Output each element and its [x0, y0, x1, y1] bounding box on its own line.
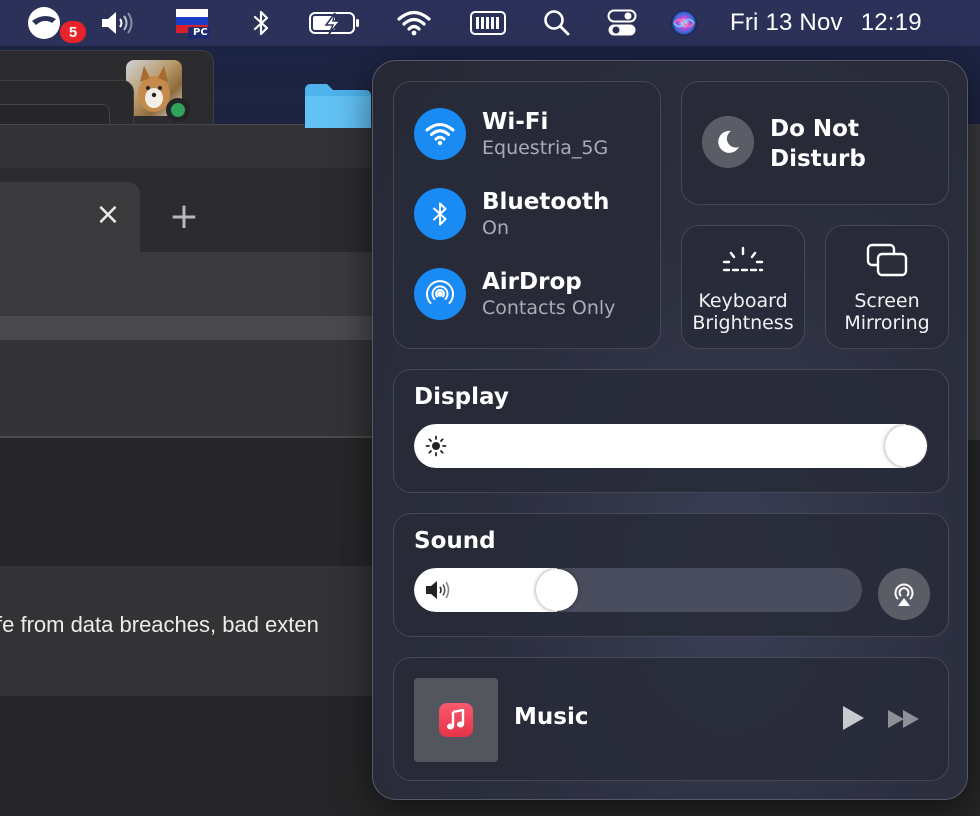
bluetooth-status: On: [482, 216, 509, 239]
do-not-disturb-toggle[interactable]: Do Not Disturb: [681, 81, 949, 205]
screen-mirroring-line1: Screen: [854, 290, 920, 312]
sound-module: Sound: [393, 513, 949, 637]
keyboard-brightness-icon: [682, 242, 804, 274]
airdrop-icon: [414, 268, 466, 320]
screen-mirroring-button[interactable]: Screen Mirroring: [825, 225, 949, 349]
display-brightness-slider[interactable]: [414, 424, 928, 468]
bluetooth-icon[interactable]: [244, 0, 278, 46]
menubar-clock[interactable]: Fri 13 Nov 12:19: [730, 0, 970, 46]
moon-icon: [702, 116, 754, 168]
display-slider-knob[interactable]: [885, 425, 927, 467]
keyboard-brightness-line1: Keyboard: [698, 290, 788, 312]
display-module: Display: [393, 369, 949, 493]
display-slider-fill: [414, 424, 906, 468]
input-source-label: PC: [193, 27, 208, 38]
airdrop-toggle[interactable]: AirDrop Contacts Only: [414, 268, 615, 320]
fast-forward-button[interactable]: [886, 708, 922, 734]
wifi-network-name: Equestria_5G: [482, 136, 609, 159]
fast-forward-icon: [888, 710, 919, 728]
music-title: Music: [514, 704, 589, 730]
sun-icon: [425, 435, 447, 457]
bluetooth-title: Bluetooth: [482, 188, 610, 215]
screen-mirroring-icon: [826, 242, 948, 278]
notification-app-icon[interactable]: 5: [22, 0, 86, 46]
play-icon: [843, 706, 864, 730]
browser-toolbar: [0, 252, 380, 316]
play-button[interactable]: [840, 704, 866, 736]
menubar-time: 12:19: [860, 9, 922, 36]
wifi-icon[interactable]: [396, 0, 432, 46]
control-center-panel: Wi-Fi Equestria_5G Bluetooth On AirDrop …: [372, 60, 968, 800]
keyboard-brightness-label: Keyboard Brightness: [682, 290, 804, 334]
do-not-disturb-line2: Disturb: [770, 146, 866, 172]
notification-badge: 5: [60, 21, 86, 43]
keyboard-brightness-line2: Brightness: [692, 312, 794, 334]
background-window-3[interactable]: [0, 124, 400, 174]
screen-mirroring-label: Screen Mirroring: [826, 290, 948, 334]
bluetooth-icon: [414, 188, 466, 240]
volume-icon[interactable]: [96, 0, 140, 46]
browser-divider-2: [0, 436, 380, 438]
bluetooth-toggle[interactable]: Bluetooth On: [414, 188, 609, 240]
keyboard-icon[interactable]: [468, 0, 508, 46]
volume-slider[interactable]: [414, 568, 862, 612]
wifi-title: Wi-Fi: [482, 108, 549, 135]
page-banner-text: fe from data breaches, bad exten: [0, 612, 319, 637]
volume-slider-knob[interactable]: [536, 569, 578, 611]
browser-window: × +: [0, 168, 380, 438]
online-status-dot: [166, 98, 190, 122]
search-icon[interactable]: [540, 0, 574, 46]
folder-icon[interactable]: [303, 80, 373, 128]
do-not-disturb-label: Do Not Disturb: [770, 114, 866, 174]
airdrop-status: Contacts Only: [482, 296, 616, 319]
browser-bookmarks-area: [0, 340, 380, 436]
menu-bar: 5 PC Fri 13 Nov 12:19: [0, 0, 980, 46]
do-not-disturb-line1: Do Not: [770, 116, 859, 142]
browser-divider: [0, 316, 380, 340]
menubar-date: Fri 13 Nov: [730, 9, 843, 36]
display-title: Display: [414, 384, 509, 410]
siri-icon[interactable]: [666, 0, 702, 46]
album-artwork[interactable]: [414, 678, 498, 762]
screen-mirroring-line2: Mirroring: [844, 312, 930, 334]
wifi-toggle[interactable]: Wi-Fi Equestria_5G: [414, 108, 608, 160]
network-module: Wi-Fi Equestria_5G Bluetooth On AirDrop …: [393, 81, 661, 349]
keyboard-brightness-button[interactable]: Keyboard Brightness: [681, 225, 805, 349]
music-note-icon: [439, 703, 473, 737]
music-module[interactable]: Music: [393, 657, 949, 781]
battery-charging-icon[interactable]: [306, 0, 362, 46]
background-window-edge: [966, 124, 980, 440]
speaker-icon: [426, 581, 450, 599]
tab-close-button[interactable]: ×: [92, 197, 124, 232]
control-center-icon[interactable]: [604, 0, 640, 46]
airdrop-title: AirDrop: [482, 268, 582, 295]
airplay-audio-icon: [894, 583, 914, 606]
new-tab-button[interactable]: +: [166, 196, 202, 237]
wifi-icon: [414, 108, 466, 160]
russian-flag-icon[interactable]: PC: [172, 0, 212, 46]
airplay-audio-button[interactable]: [878, 568, 930, 620]
sound-title: Sound: [414, 528, 496, 554]
